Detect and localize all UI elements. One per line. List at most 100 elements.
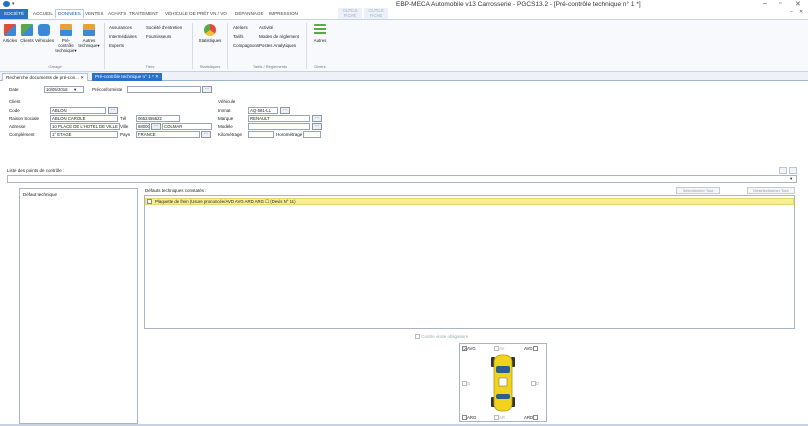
close-button[interactable]: ✕ [795, 0, 801, 8]
date-label: Date [9, 87, 19, 92]
ateliers-button[interactable]: Ateliers [233, 25, 248, 30]
tab-ventes[interactable]: VENTES [85, 11, 103, 16]
preconformiste-ellipsis-button[interactable]: ··· [202, 86, 212, 93]
ville-field[interactable]: COLMAR [162, 123, 212, 130]
articles-icon [4, 24, 16, 36]
tab-donnees[interactable]: DONNÉES [55, 9, 84, 18]
deselect-all-button[interactable]: Désélectionner Tout [747, 187, 795, 194]
avg-checkbox[interactable]: ✓AVG [462, 346, 476, 352]
child-close-button[interactable]: ✕ [799, 9, 803, 15]
vehicules-button[interactable]: Véhicules [35, 24, 54, 43]
horometrage-field[interactable] [303, 131, 321, 138]
autres-technique-icon [83, 24, 95, 36]
group-label-tarifs: Tarifs / Règlements [252, 64, 288, 69]
pays-ellipsis-button[interactable]: ··· [201, 131, 211, 138]
clients-button[interactable]: Clients [19, 24, 35, 43]
activite-button[interactable]: Activité [259, 25, 273, 30]
vehicule-section-title: Véhicule [218, 99, 236, 104]
date-dropdown-icon[interactable]: ▾ [74, 87, 76, 93]
code-field[interactable]: ABLON [50, 107, 106, 114]
modele-field[interactable] [248, 123, 310, 130]
autres-technique-button[interactable]: Autres technique▾ [78, 24, 100, 48]
modes-reglement-button[interactable]: Modes de règlement [259, 34, 299, 39]
tab-outils-fiche-2[interactable]: OUTILS FICHE [364, 8, 388, 19]
group-label-statistiques: Statistiques [199, 64, 221, 69]
statistiques-button[interactable]: Statistiques [197, 24, 223, 43]
contre-visite-checkbox[interactable]: Contre visite obligatoire [415, 334, 468, 340]
assurances-button[interactable]: Assurances [109, 25, 132, 30]
kilometrage-field[interactable] [248, 131, 274, 138]
fournisseurs-button[interactable]: Fournisseurs [146, 34, 171, 39]
autres-label: Autres [313, 38, 327, 43]
societe-entretien-button[interactable]: Société d'entretien [146, 25, 182, 30]
app-logo-icon[interactable] [3, 1, 10, 7]
defaut-technique-list[interactable] [19, 188, 138, 424]
ville-label: Ville [120, 124, 129, 129]
arg-checkbox[interactable]: ARG [462, 415, 477, 421]
modele-ellipsis-button[interactable]: ··· [312, 123, 322, 130]
points-action-button-1[interactable] [779, 167, 787, 174]
autres-button[interactable]: Autres [310, 24, 330, 43]
ville-ellipsis-button[interactable]: ··· [151, 123, 161, 130]
avg-label: AVG [467, 346, 476, 351]
minimize-button[interactable]: – [763, 0, 767, 7]
list-icon [314, 24, 326, 36]
tab-achats[interactable]: ACHATS [108, 11, 126, 16]
articles-button[interactable]: Articles [2, 24, 18, 43]
quick-access-dropdown[interactable]: ▾ [12, 1, 15, 7]
tab-vehicule-de-pret[interactable]: VÉHICULE DE PRÊT [165, 11, 209, 16]
ard-checkbox[interactable]: ARD [524, 415, 539, 421]
experts-button[interactable]: Experts [109, 43, 124, 48]
tab-societe[interactable]: SOCIÉTÉ [0, 9, 28, 19]
code-postal-field[interactable]: 68000 [136, 123, 150, 130]
tab-outils-fiche-1[interactable]: OUTILS FICHE [338, 8, 362, 19]
immat-field[interactable]: AQ-581-LL [248, 107, 278, 114]
tel-field[interactable]: 0652455622 [136, 115, 180, 122]
intermediaires-button[interactable]: Intermédiaires [109, 34, 137, 39]
doc-tab-precontrole[interactable]: Pré-contrôle technique n° 1 * ✕ [92, 73, 162, 81]
select-all-button[interactable]: Sélectionner Tout [676, 187, 720, 194]
window-title: EBP-MECA Automobile v13 Carrosserie - PG… [396, 1, 641, 8]
marque-field[interactable]: RENAULT [248, 115, 310, 122]
immat-ellipsis-button[interactable]: ··· [280, 107, 290, 114]
child-minimize-button[interactable]: – [790, 9, 793, 15]
tab-depannage[interactable]: DÉPANNAGE [235, 11, 264, 16]
restore-button[interactable]: ▫ [779, 0, 781, 7]
tab-traitement[interactable]: TRAITEMENT [129, 11, 158, 16]
tab-accueil[interactable]: ACCUEIL [33, 11, 53, 16]
avd-checkbox[interactable]: AVD [524, 346, 538, 352]
ar-label: AR [499, 415, 505, 420]
ar-checkbox[interactable]: AR [494, 415, 505, 421]
arg-label: ARG [467, 415, 477, 420]
raison-sociale-field[interactable]: ABLON CAROLE [50, 115, 118, 122]
adresse-field[interactable]: 10 PLACE DE L'HOTEL DE VILLE [50, 123, 120, 130]
tarifs-button[interactable]: Tarifs [233, 34, 244, 39]
defect-row-checkbox[interactable] [147, 199, 152, 205]
chevron-down-icon[interactable]: ▾ [790, 176, 792, 182]
points-controle-dropdown[interactable] [7, 175, 797, 183]
clients-icon [21, 24, 33, 36]
g-checkbox[interactable]: G [462, 381, 471, 387]
points-action-button-2[interactable] [789, 167, 797, 174]
precontrole-icon [60, 24, 72, 36]
code-ellipsis-button[interactable]: ··· [108, 107, 118, 114]
group-label-tiers: Tiers [145, 64, 155, 69]
d-checkbox[interactable]: D [531, 381, 539, 387]
defauts-constates-list[interactable] [144, 195, 795, 329]
precontrole-button[interactable]: Pré-contrôle technique▾ [55, 24, 77, 53]
complement-field[interactable]: 1° ETAGE [50, 131, 118, 138]
marque-ellipsis-button[interactable]: ··· [312, 115, 322, 122]
av-checkbox[interactable]: AV [494, 346, 504, 352]
tab-impression[interactable]: IMPRESSION [269, 11, 298, 16]
pays-field[interactable]: FRANCE [136, 131, 200, 138]
preconformiste-field[interactable] [127, 86, 201, 93]
tab-vn-vo[interactable]: VN / VO [210, 11, 227, 16]
adresse-label: Adresse [9, 124, 26, 129]
g-label: G [467, 381, 471, 386]
postes-analytiques-button[interactable]: Postes Analytiques [259, 43, 296, 48]
precontrole-label: Pré-contrôle technique▾ [55, 38, 77, 53]
compagnons-button[interactable]: Compagnons [233, 43, 259, 48]
doc-tab-recherche[interactable]: Recherche documents de pré-con... ✕ [2, 73, 89, 81]
articles-label: Articles [2, 38, 18, 43]
date-field[interactable]: 10/05/2016 [44, 86, 84, 93]
